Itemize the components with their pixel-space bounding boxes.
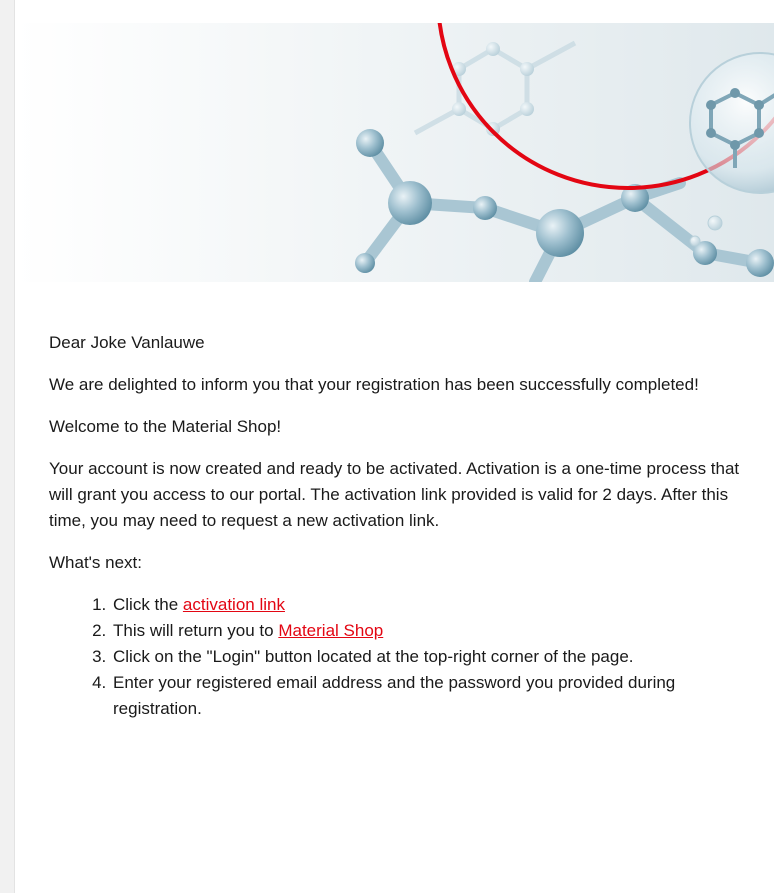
- confirmation-message: We are delighted to inform you that your…: [49, 375, 699, 394]
- step-text: Click the: [113, 595, 183, 614]
- activation-link[interactable]: activation link: [183, 595, 285, 614]
- step-text: This will return you to: [113, 621, 279, 640]
- list-item: Click the activation link: [111, 592, 764, 618]
- material-shop-link[interactable]: Material Shop: [278, 621, 383, 640]
- account-info: Your account is now created and ready to…: [49, 459, 740, 530]
- greeting: Dear Joke Vanlauwe: [49, 333, 205, 352]
- list-item: This will return you to Material Shop: [111, 618, 764, 644]
- hero-banner: [15, 23, 774, 282]
- list-item: Click on the "Login" button located at t…: [111, 644, 764, 670]
- next-steps-heading: What's next:: [49, 553, 143, 572]
- email-body: Dear Joke Vanlauwe We are delighted to i…: [49, 330, 764, 722]
- welcome-message: Welcome to the Material Shop!: [49, 417, 282, 436]
- molecule-banner-image: [15, 23, 774, 282]
- next-steps-list: Click the activation link This will retu…: [49, 592, 764, 722]
- step-text: Click on the "Login" button located at t…: [113, 647, 634, 666]
- list-item: Enter your registered email address and …: [111, 670, 764, 722]
- step-text: Enter your registered email address and …: [113, 673, 676, 718]
- email-card: Dear Joke Vanlauwe We are delighted to i…: [14, 0, 774, 893]
